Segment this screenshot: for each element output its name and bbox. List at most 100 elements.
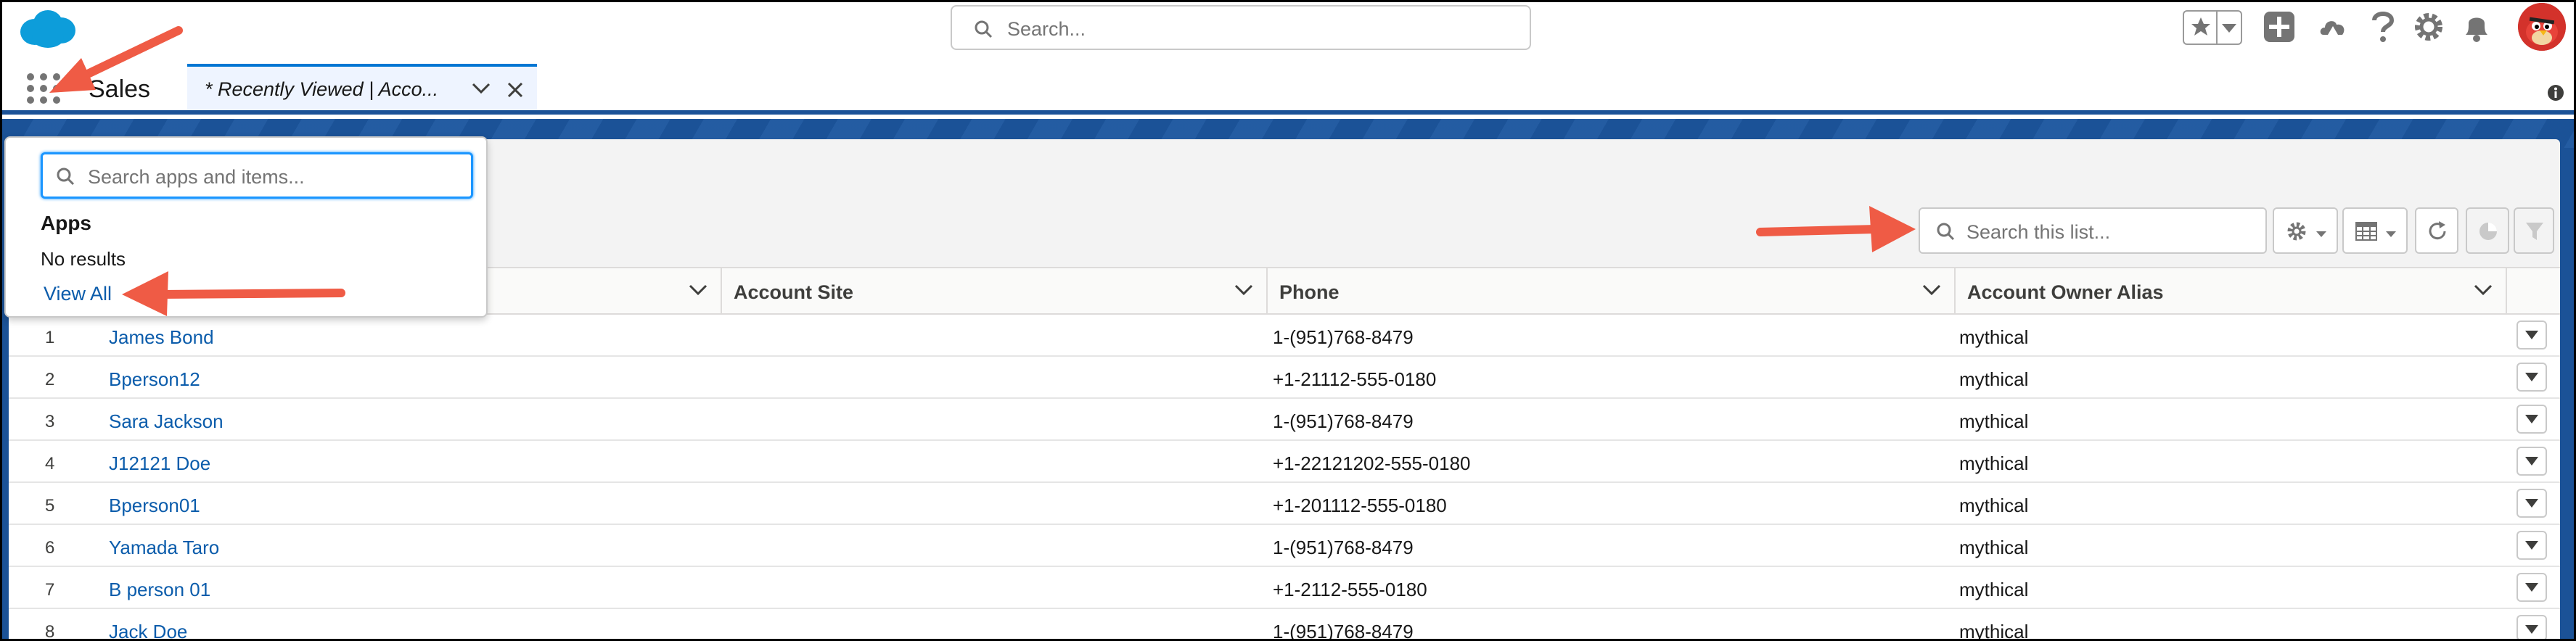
global-search-input[interactable]: Search... (951, 5, 1531, 50)
table-row: 2 Bperson12 +1-21112-555-0180 mythical (9, 357, 2560, 399)
phone-cell: 1-(951)768-8479 (1273, 621, 1414, 641)
column-header-label: Account Owner Alias (1967, 281, 2164, 303)
search-icon (56, 167, 75, 189)
column-header-account-site[interactable]: Account Site (722, 268, 1268, 313)
row-actions-button[interactable] (2516, 363, 2547, 392)
account-name-link[interactable]: Bperson12 (109, 368, 200, 391)
phone-cell: +1-201112-555-0180 (1273, 495, 1447, 516)
info-icon[interactable] (2547, 84, 2564, 105)
star-icon[interactable] (2190, 16, 2212, 41)
setup-gear-icon[interactable] (2412, 10, 2445, 47)
phone-cell: +1-22121202-555-0180 (1273, 452, 1471, 474)
row-number: 8 (45, 622, 55, 641)
annotation-arrow-icon (49, 26, 183, 93)
row-actions-button[interactable] (2516, 531, 2547, 560)
list-search-placeholder: Search this list... (1966, 221, 2111, 243)
row-number: 3 (45, 412, 55, 431)
chevron-down-icon (2525, 415, 2538, 423)
chevron-down-icon[interactable] (2474, 284, 2493, 299)
filter-funnel-icon (2525, 222, 2544, 244)
table-row: 8 Jack Doe 1-(951)768-8479 mythical (9, 609, 2560, 641)
row-number: 6 (45, 538, 55, 558)
refresh-icon (2427, 220, 2448, 246)
phone-cell: 1-(951)768-8479 (1273, 326, 1414, 348)
chevron-down-icon (2525, 583, 2538, 592)
owner-alias-cell: mythical (1959, 621, 2029, 641)
column-header-label: Phone (1279, 281, 1340, 303)
row-number: 2 (45, 370, 55, 389)
account-name-link[interactable]: James Bond (109, 326, 214, 349)
chevron-down-icon (2525, 625, 2538, 634)
account-name-link[interactable]: Jack Doe (109, 621, 187, 641)
phone-cell: +1-21112-555-0180 (1273, 368, 1437, 390)
row-number: 5 (45, 496, 55, 516)
column-header-phone[interactable]: Phone (1268, 268, 1956, 313)
account-name-link[interactable]: B person 01 (109, 579, 210, 601)
row-actions-button[interactable] (2516, 320, 2547, 350)
trailhead-icon[interactable] (2316, 10, 2350, 47)
chevron-down-icon (2386, 228, 2396, 241)
chevron-down-icon[interactable] (689, 284, 707, 299)
phone-cell: 1-(951)768-8479 (1273, 537, 1414, 558)
owner-alias-cell: mythical (1959, 326, 2029, 348)
no-results-text: No results (41, 248, 126, 270)
list-search-input[interactable]: Search this list... (1919, 207, 2267, 254)
global-actions-plus-icon[interactable] (2263, 10, 2296, 47)
charts-button[interactable] (2466, 207, 2509, 254)
phone-cell: 1-(951)768-8479 (1273, 410, 1414, 432)
row-number: 7 (45, 580, 55, 600)
filters-button[interactable] (2514, 207, 2554, 254)
account-name-link[interactable]: Bperson01 (109, 495, 200, 517)
row-actions-button[interactable] (2516, 615, 2547, 641)
chevron-down-icon[interactable] (472, 83, 491, 98)
column-header-label: Account Site (734, 281, 854, 303)
chevron-down-icon[interactable] (1234, 284, 1253, 299)
favorites-button-group[interactable] (2183, 10, 2242, 45)
gear-icon (2286, 220, 2308, 246)
table-row: 6 Yamada Taro 1-(951)768-8479 mythical (9, 525, 2560, 567)
table-row: 4 J12121 Doe +1-22121202-555-0180 mythic… (9, 441, 2560, 483)
display-as-table-button[interactable] (2342, 207, 2408, 254)
row-actions-button[interactable] (2516, 489, 2547, 518)
close-icon[interactable] (506, 81, 524, 102)
account-name-link[interactable]: Yamada Taro (109, 537, 219, 559)
row-actions-button[interactable] (2516, 447, 2547, 476)
owner-alias-cell: mythical (1959, 410, 2029, 432)
owner-alias-cell: mythical (1959, 579, 2029, 600)
chevron-down-icon (2525, 541, 2538, 550)
global-search-placeholder: Search... (1007, 18, 1086, 40)
tab-recently-viewed-accounts[interactable]: * Recently Viewed | Acco... (187, 64, 537, 110)
owner-alias-cell: mythical (1959, 368, 2029, 390)
search-icon (974, 20, 993, 42)
row-actions-button[interactable] (2516, 573, 2547, 602)
table-row: 3 Sara Jackson 1-(951)768-8479 mythical (9, 399, 2560, 441)
help-icon[interactable] (2368, 10, 2397, 47)
user-avatar[interactable] (2518, 3, 2566, 51)
row-number: 4 (45, 454, 55, 473)
owner-alias-cell: mythical (1959, 495, 2029, 516)
list-settings-button[interactable] (2273, 207, 2338, 254)
notifications-bell-icon[interactable] (2461, 10, 2492, 47)
app-nav-bar: Sales * Recently Viewed | Acco... (0, 59, 2576, 115)
pie-chart-icon (2478, 221, 2498, 245)
view-all-link[interactable]: View All (44, 283, 112, 305)
table-icon (2355, 222, 2377, 244)
search-icon (1936, 222, 1955, 244)
row-actions-button[interactable] (2516, 405, 2547, 434)
chevron-down-icon (2525, 373, 2538, 381)
accounts-table: Account Site Phone Account Owner Alias 1… (9, 267, 2560, 641)
chevron-down-icon (2316, 228, 2326, 241)
table-row: 7 B person 01 +1-2112-555-0180 mythical (9, 567, 2560, 609)
chevron-down-icon (2525, 457, 2538, 466)
search-apps-placeholder: Search apps and items... (88, 166, 305, 188)
refresh-button[interactable] (2415, 207, 2458, 254)
chevron-down-icon[interactable] (1922, 284, 1941, 299)
column-header-account-owner-alias[interactable]: Account Owner Alias (1956, 268, 2507, 313)
chevron-down-icon[interactable] (2222, 23, 2236, 36)
search-apps-input[interactable]: Search apps and items... (41, 152, 473, 199)
tab-label: * Recently Viewed | Acco... (205, 78, 439, 100)
account-name-link[interactable]: Sara Jackson (109, 410, 223, 433)
account-name-link[interactable]: J12121 Doe (109, 452, 210, 475)
table-row: 1 James Bond 1-(951)768-8479 mythical (9, 315, 2560, 357)
owner-alias-cell: mythical (1959, 537, 2029, 558)
